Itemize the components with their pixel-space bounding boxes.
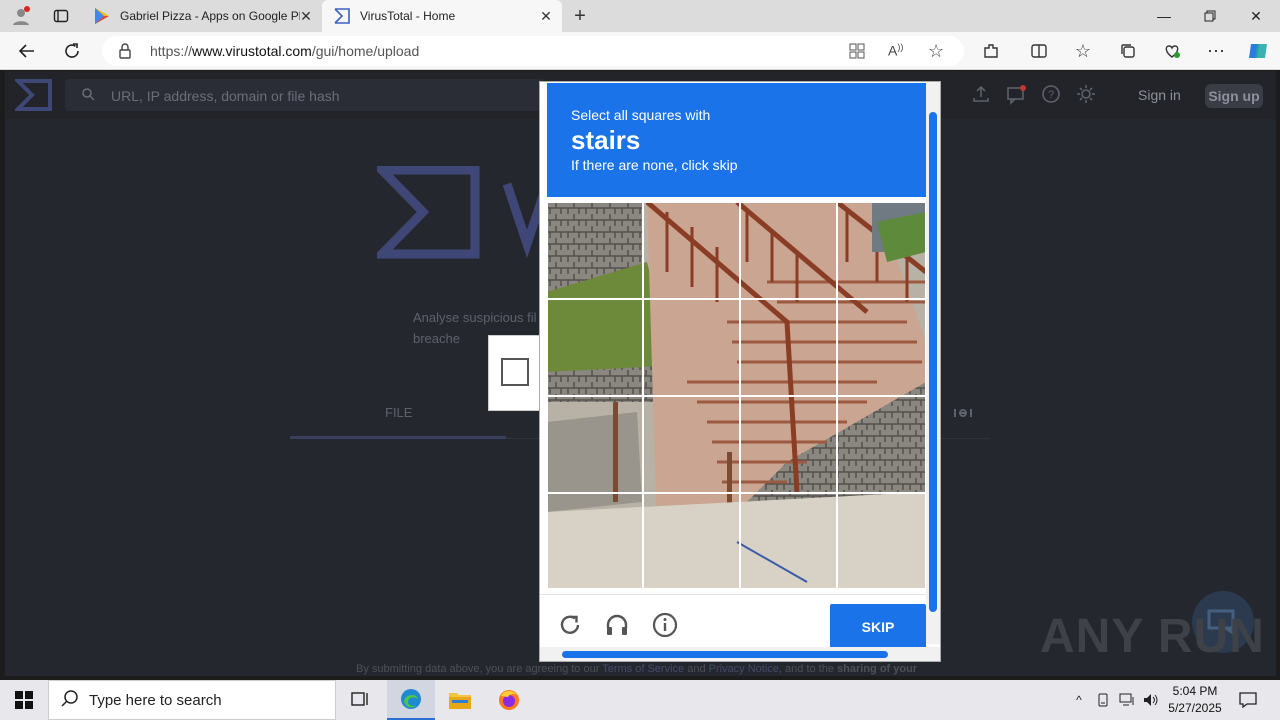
windows-logo-icon — [15, 691, 33, 709]
skip-button[interactable]: SKIP — [830, 604, 926, 650]
captcha-tile-3[interactable] — [740, 202, 837, 299]
captcha-prompt: Select all squares with stairs If there … — [547, 83, 926, 197]
scrollbar-thumb[interactable] — [562, 651, 888, 658]
clock-time: 5:04 PM — [1172, 684, 1218, 698]
file-explorer-icon[interactable] — [436, 680, 484, 720]
captcha-footer-divider — [540, 594, 930, 595]
close-tab-icon[interactable]: ✕ — [538, 8, 554, 24]
captcha-tile-10[interactable] — [643, 396, 740, 493]
profile-icon[interactable] — [6, 1, 36, 31]
captcha-tile-2[interactable] — [643, 202, 740, 299]
copilot-icon[interactable] — [1243, 36, 1273, 66]
vt-search-input[interactable]: URL, IP address, domain or file hash — [65, 79, 545, 111]
prompt-line3: If there are none, click skip — [571, 157, 738, 173]
tab-actions-icon[interactable] — [46, 1, 76, 31]
captcha-tile-8[interactable] — [837, 299, 926, 396]
windows-taskbar: Type here to search ^ 5:04 PM 5/27/2025 — [0, 680, 1280, 720]
captcha-tile-9[interactable] — [547, 396, 643, 493]
browser-tab-strip: Gabriel Pizza - Apps on Google Play ✕ Vi… — [0, 0, 1280, 32]
captcha-tile-16[interactable] — [837, 493, 926, 589]
sign-up-button[interactable]: Sign up — [1205, 84, 1263, 108]
notifications-icon[interactable] — [1005, 84, 1027, 106]
favorite-star-icon[interactable]: ☆ — [928, 41, 944, 62]
favorites-icon[interactable]: ☆ — [1068, 36, 1098, 66]
tab-title: VirusTotal - Home — [360, 9, 456, 23]
captcha-tile-7[interactable] — [740, 299, 837, 396]
virustotal-icon — [334, 8, 350, 24]
url-text: https://www.virustotal.com/gui/home/uplo… — [150, 43, 420, 59]
back-icon[interactable] — [12, 36, 42, 66]
privacy-link[interactable]: Privacy Notice — [709, 663, 779, 675]
volume-icon[interactable] — [1141, 691, 1161, 709]
split-screen-icon[interactable] — [1024, 36, 1054, 66]
address-bar-row: https://www.virustotal.com/gui/home/uplo… — [0, 32, 1280, 70]
search-placeholder: URL, IP address, domain or file hash — [111, 88, 340, 104]
captcha-tile-5[interactable] — [547, 299, 643, 396]
theme-toggle-icon[interactable] — [1076, 84, 1098, 106]
search-icon — [61, 689, 79, 712]
virustotal-logo-icon[interactable] — [13, 78, 53, 117]
device-icon[interactable] — [1093, 691, 1113, 709]
vertical-scrollbar[interactable] — [926, 82, 940, 644]
captcha-challenge: Select all squares with stairs If there … — [539, 81, 941, 662]
tab-title: Gabriel Pizza - Apps on Google Play — [120, 9, 300, 23]
help-icon[interactable]: ? — [1041, 84, 1063, 106]
start-button[interactable] — [0, 680, 48, 720]
network-icon[interactable] — [1117, 691, 1137, 709]
captcha-tile-14[interactable] — [643, 493, 740, 589]
anyrun-watermark: ANY RUN — [1040, 609, 1265, 664]
captcha-tile-4[interactable] — [837, 202, 926, 299]
google-play-icon — [94, 8, 110, 24]
collections-icon[interactable] — [1113, 36, 1143, 66]
refresh-icon[interactable] — [57, 36, 87, 66]
new-tab-icon[interactable]: + — [565, 1, 595, 31]
address-bar[interactable]: https://www.virustotal.com/gui/home/uplo… — [102, 36, 964, 66]
taskbar-search-input[interactable]: Type here to search — [48, 680, 336, 720]
scrollbar-thumb[interactable] — [929, 112, 937, 612]
extensions-icon[interactable] — [976, 36, 1006, 66]
captcha-tile-12[interactable] — [837, 396, 926, 493]
taskbar-search-placeholder: Type here to search — [89, 691, 222, 709]
close-window-icon[interactable]: ✕ — [1233, 0, 1279, 32]
task-view-icon[interactable] — [336, 680, 384, 720]
app-available-icon[interactable] — [848, 42, 866, 65]
edge-taskbar-icon[interactable] — [387, 680, 435, 720]
firefox-icon[interactable] — [485, 680, 533, 720]
captcha-tile-13[interactable] — [547, 493, 643, 589]
minimize-icon[interactable]: — — [1141, 0, 1187, 32]
read-aloud-icon[interactable]: A)) — [888, 42, 903, 59]
search-tab-icon[interactable] — [953, 405, 973, 426]
tab-google-play[interactable]: Gabriel Pizza - Apps on Google Play ✕ — [84, 0, 322, 32]
restore-icon[interactable] — [1187, 0, 1233, 32]
captcha-checkbox[interactable] — [501, 358, 529, 386]
tab-virustotal[interactable]: VirusTotal - Home ✕ — [322, 0, 562, 32]
upload-icon[interactable] — [971, 84, 993, 106]
more-options-icon[interactable]: ⋯ — [1201, 36, 1231, 66]
captcha-tile-15[interactable] — [740, 493, 837, 589]
clock[interactable]: 5:04 PM 5/27/2025 — [1160, 683, 1230, 717]
lock-icon[interactable] — [118, 43, 132, 64]
terms-notice: By submitting data above, you are agreei… — [356, 663, 918, 675]
show-hidden-icons-icon[interactable]: ^ — [1069, 691, 1089, 709]
search-icon — [81, 87, 95, 104]
captcha-tile-1[interactable] — [547, 202, 643, 299]
captcha-tile-6[interactable] — [643, 299, 740, 396]
horizontal-scrollbar[interactable] — [540, 647, 940, 661]
svg-text:?: ? — [1048, 89, 1054, 101]
browser-essentials-icon[interactable] — [1157, 36, 1187, 66]
captcha-tile-11[interactable] — [740, 396, 837, 493]
prompt-target-word: stairs — [571, 125, 641, 155]
reload-icon[interactable] — [557, 612, 585, 640]
prompt-line1: Select all squares with — [571, 107, 711, 123]
tab-file[interactable]: FILE — [385, 405, 412, 420]
audio-challenge-icon[interactable] — [604, 612, 632, 640]
terms-link[interactable]: Terms of Service — [602, 663, 684, 675]
notifications-center-icon[interactable] — [1238, 691, 1258, 709]
sign-in-link[interactable]: Sign in — [1138, 87, 1181, 103]
info-icon[interactable] — [652, 612, 680, 640]
watermark-text: ANY RUN — [1040, 610, 1265, 663]
active-tab-underline — [290, 436, 506, 439]
close-tab-icon[interactable]: ✕ — [298, 8, 314, 24]
clock-date: 5/27/2025 — [1168, 701, 1222, 715]
